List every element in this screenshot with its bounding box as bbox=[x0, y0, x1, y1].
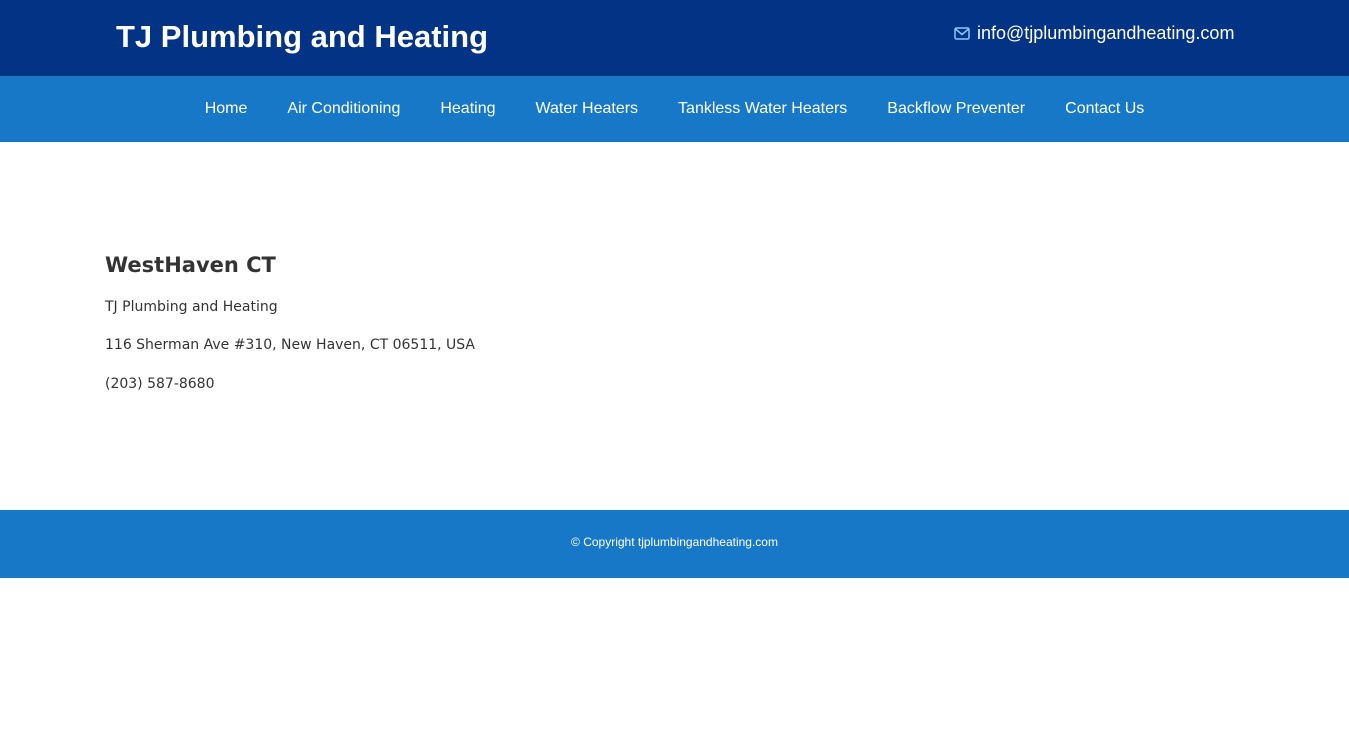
main-navigation: Home Air Conditioning Heating Water Heat… bbox=[0, 76, 1349, 142]
business-address: 116 Sherman Ave #310, New Haven, CT 0651… bbox=[105, 337, 476, 353]
nav-item-contact-us[interactable]: Contact Us bbox=[1065, 99, 1144, 119]
business-name: TJ Plumbing and Heating bbox=[105, 299, 278, 315]
nav-item-water-heaters[interactable]: Water Heaters bbox=[536, 99, 639, 119]
business-phone: (203) 587-8680 bbox=[105, 376, 215, 392]
site-footer: © Copyright tjplumbingandheating.com bbox=[0, 510, 1349, 578]
nav-item-air-conditioning[interactable]: Air Conditioning bbox=[287, 99, 400, 119]
envelope-icon bbox=[954, 26, 970, 40]
email-link[interactable]: info@tjplumbingandheating.com bbox=[977, 23, 1234, 44]
site-title[interactable]: TJ Plumbing and Heating bbox=[116, 19, 488, 55]
location-heading: WestHaven CT bbox=[105, 253, 276, 277]
nav-item-heating[interactable]: Heating bbox=[440, 99, 495, 119]
header-email: info@tjplumbingandheating.com bbox=[954, 22, 1234, 44]
nav-item-tankless-water-heaters[interactable]: Tankless Water Heaters bbox=[678, 99, 847, 119]
nav-item-home[interactable]: Home bbox=[205, 99, 248, 119]
nav-item-backflow-preventer[interactable]: Backflow Preventer bbox=[887, 99, 1025, 119]
main-content: WestHaven CT TJ Plumbing and Heating 116… bbox=[105, 250, 1245, 392]
nav-menu: Home Air Conditioning Heating Water Heat… bbox=[0, 76, 1349, 142]
copyright-text: © Copyright tjplumbingandheating.com bbox=[571, 535, 778, 549]
top-header: TJ Plumbing and Heating info@tjplumbinga… bbox=[0, 0, 1349, 76]
